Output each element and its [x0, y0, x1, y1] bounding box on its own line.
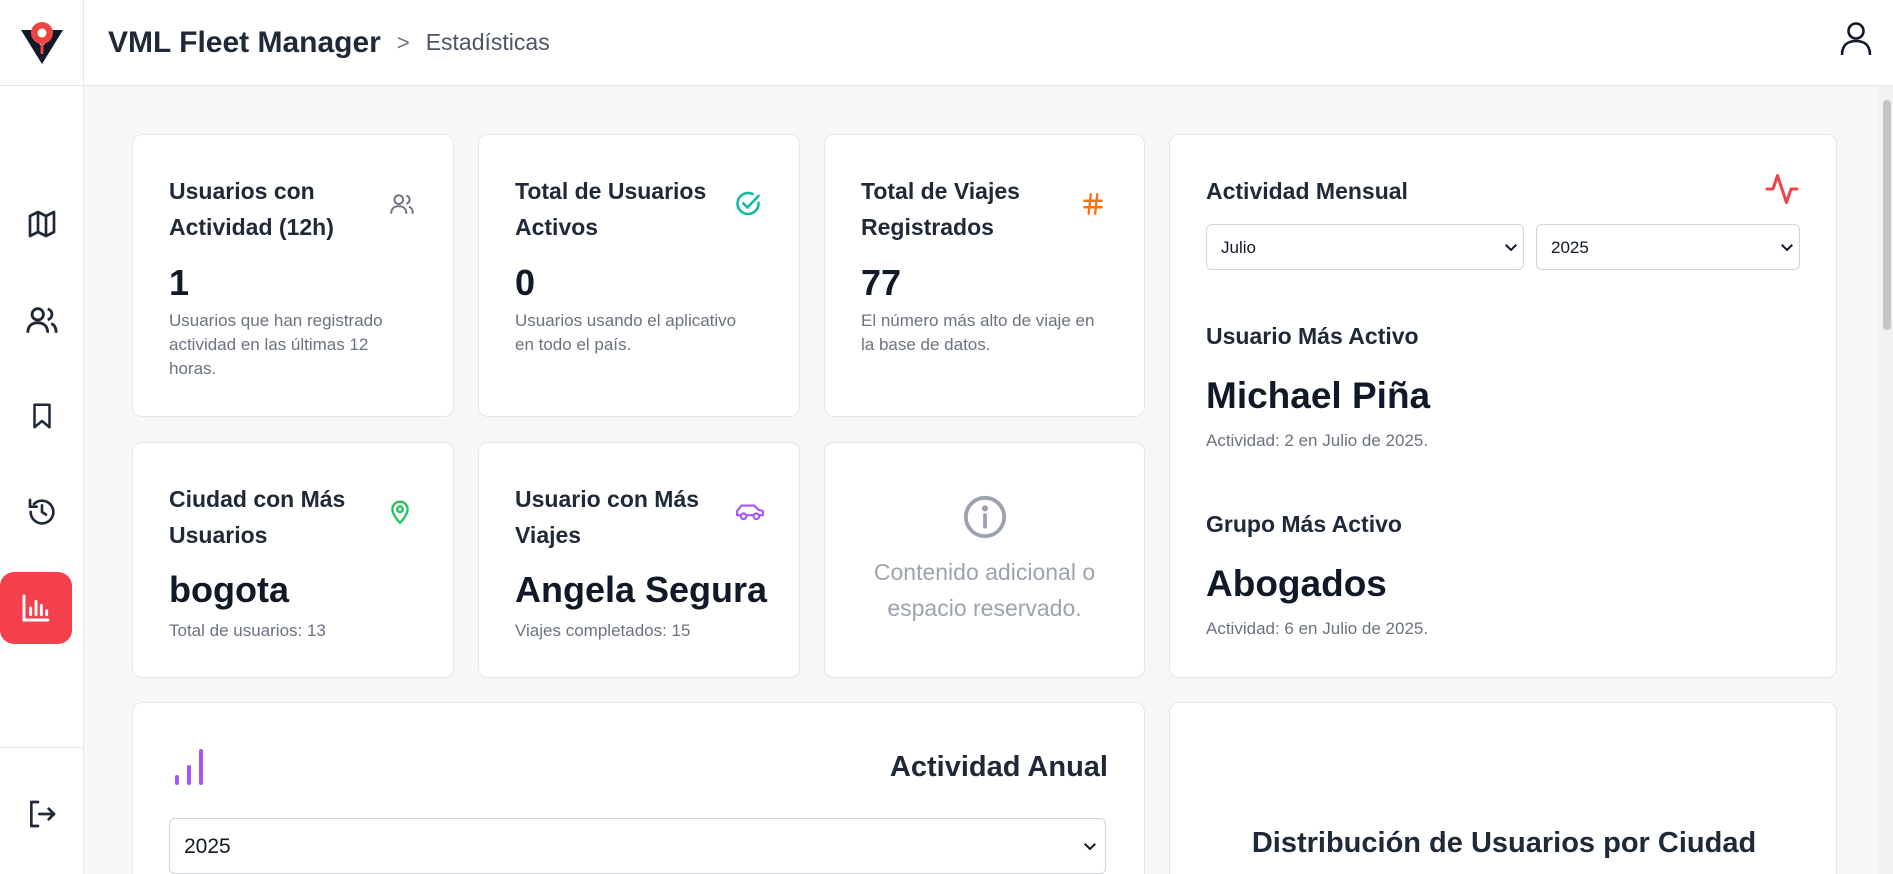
- city-distribution-title: Distribución de Usuarios por Ciudad: [1251, 827, 1757, 859]
- logout-button[interactable]: [6, 778, 78, 850]
- logo-icon: [20, 21, 63, 64]
- card-value: 77: [861, 262, 902, 303]
- card-value: 0: [515, 262, 536, 303]
- user-icon: [1840, 22, 1872, 56]
- most-active-user-label: Usuario Más Activo: [1206, 323, 1419, 349]
- scrollbar-thumb[interactable]: [1883, 100, 1891, 330]
- card-description: El número más alto de viaje en la base d…: [861, 311, 1095, 354]
- breadcrumb-separator: >: [396, 29, 410, 55]
- users-icon: [387, 189, 417, 219]
- most-active-group-note: Actividad: 6 en Julio de 2025.: [1206, 619, 1429, 638]
- logo[interactable]: [0, 0, 84, 86]
- history-icon: [28, 498, 55, 525]
- card-value: 1: [169, 262, 190, 303]
- most-active-user-name: Michael Piña: [1206, 375, 1431, 416]
- card-description: Total de usuarios: 13: [169, 621, 326, 640]
- sidebar-divider: [0, 747, 84, 748]
- most-active-group-label: Grupo Más Activo: [1206, 511, 1402, 537]
- stat-card-top-city: Ciudad con Más Usuarios bogota Total de …: [132, 442, 454, 678]
- most-active-user-note: Actividad: 2 en Julio de 2025.: [1206, 431, 1429, 450]
- sidebar-item-history[interactable]: [6, 476, 78, 548]
- app-title[interactable]: VML Fleet Manager: [108, 26, 381, 60]
- logout-icon: [30, 800, 56, 828]
- page-scrollbar[interactable]: [1879, 86, 1893, 874]
- annual-activity-card: Actividad Anual 2025: [132, 702, 1145, 874]
- placeholder-card: Contenido adicional o espacio reservado.: [824, 442, 1145, 678]
- stat-card-active-users-12h: Usuarios con Actividad (12h) 1 Usuarios …: [132, 134, 454, 417]
- annual-activity-title: Actividad Anual: [889, 751, 1108, 783]
- info-icon: [963, 495, 1006, 539]
- card-title: Usuario con Más Viajes: [515, 486, 700, 548]
- stat-card-total-trips: Total de Viajes Registrados 77 El número…: [824, 134, 1145, 417]
- card-value: bogota: [169, 569, 289, 610]
- user-profile-button[interactable]: [1835, 18, 1877, 60]
- card-title: Ciudad con Más Usuarios: [169, 486, 346, 548]
- bar-chart-icon: [22, 594, 50, 622]
- top-header: VML Fleet Manager > Estadísticas: [0, 0, 1893, 86]
- check-circle-icon: [733, 189, 763, 219]
- breadcrumb-current: Estadísticas: [425, 29, 550, 55]
- card-title: Total de Viajes Registrados: [861, 178, 1020, 240]
- card-description: Viajes completados: 15: [515, 621, 691, 640]
- bookmark-icon: [33, 403, 51, 429]
- most-active-group-name: Abogados: [1206, 563, 1387, 604]
- stat-card-total-active-users: Total de Usuarios Activos 0 Usuarios usa…: [478, 134, 800, 417]
- sidebar-item-users[interactable]: [6, 284, 78, 356]
- sidebar-item-bookmarks[interactable]: [6, 380, 78, 452]
- hash-icon: [1078, 189, 1108, 219]
- stat-card-top-user-trips: Usuario con Más Viajes Angela Segura Via…: [478, 442, 800, 678]
- monthly-activity-card: Actividad Mensual Julio 2025 Usuario Más…: [1169, 134, 1837, 678]
- monthly-activity-title: Actividad Mensual: [1206, 178, 1408, 204]
- card-title: Total de Usuarios Activos: [515, 178, 707, 240]
- car-icon: [735, 497, 765, 527]
- card-description: Usuarios usando el aplicativo en todo el…: [515, 311, 737, 354]
- card-title: Usuarios con Actividad (12h): [169, 178, 334, 240]
- users-icon: [26, 307, 58, 333]
- sidebar-item-map[interactable]: [6, 188, 78, 260]
- card-description: Usuarios que han registrado actividad en…: [169, 311, 383, 378]
- sidebar-item-statistics[interactable]: [0, 572, 72, 644]
- bar-chart-icon: [173, 743, 213, 792]
- activity-icon: [1764, 171, 1800, 212]
- placeholder-text: Contenido adicional o espacio reservado.: [873, 559, 1096, 621]
- map-pin-icon: [385, 497, 415, 527]
- annual-year-select[interactable]: 2025: [169, 818, 1106, 874]
- month-select[interactable]: Julio: [1206, 224, 1524, 270]
- year-select[interactable]: 2025: [1536, 224, 1800, 270]
- city-distribution-card: Distribución de Usuarios por Ciudad: [1169, 702, 1837, 874]
- card-value: Angela Segura: [515, 569, 768, 610]
- map-icon: [28, 210, 56, 238]
- sidebar: [0, 86, 84, 874]
